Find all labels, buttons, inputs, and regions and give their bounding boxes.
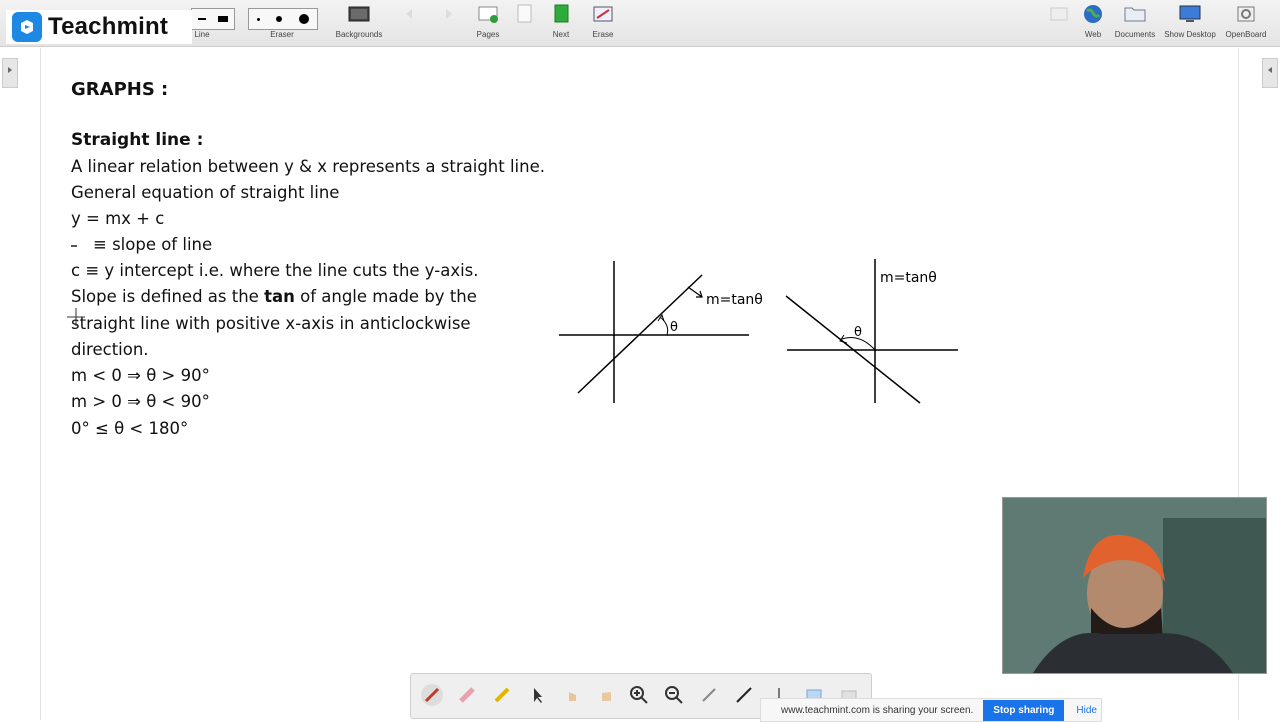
stop-sharing-button[interactable]: Stop sharing (983, 699, 1065, 721)
section-heading: Straight line : (71, 130, 204, 150)
right-panel-toggle[interactable] (1262, 58, 1278, 88)
eraser-label: Eraser (270, 30, 294, 39)
webcam-video (1002, 497, 1267, 674)
desktop-icon (1179, 5, 1201, 22)
note-line-4: ≡ slope of line (71, 235, 212, 254)
note-line-3: y = mx + c (71, 209, 165, 228)
crosshair-cursor-icon (67, 308, 85, 326)
zoom-out-tool[interactable] (661, 682, 687, 708)
chevron-left-icon (1268, 67, 1272, 73)
note-line-8: direction. (71, 340, 149, 359)
page-border-left (40, 48, 41, 720)
pen-tool[interactable] (419, 682, 445, 708)
erase-tool[interactable]: Erase (577, 4, 629, 39)
presenter-video-image (1003, 498, 1266, 673)
erase-label: Erase (592, 30, 614, 39)
pages-label: Pages (476, 30, 500, 39)
note-line-7: straight line with positive x-axis in an… (71, 314, 471, 333)
note-line-2: General equation of straight line (71, 183, 340, 202)
documents-tool[interactable]: Documents (1109, 4, 1161, 39)
pen-icon (421, 684, 443, 706)
eraser-icon (459, 687, 475, 703)
large-dot-icon (298, 14, 309, 24)
graph1-label-arrow (687, 286, 703, 298)
laser-pointer-icon (702, 688, 716, 702)
screen-share-bar: www.teachmint.com is sharing your screen… (760, 698, 1102, 722)
left-panel-toggle[interactable] (2, 58, 18, 88)
eraser-pen-tool[interactable] (454, 682, 480, 708)
eraser-tool[interactable]: Eraser (256, 26, 308, 39)
next-page-icon (554, 4, 569, 23)
arrow-pointer-icon (534, 688, 542, 703)
laser-pointer-tool[interactable] (696, 682, 722, 708)
line-width-selector[interactable] (191, 8, 235, 30)
top-toolbar: Line Eraser Backgrounds Pages Next Erase (0, 0, 1280, 47)
openboard-icon (1237, 6, 1255, 22)
zoom-in-icon (630, 686, 648, 704)
interact-tool[interactable] (559, 682, 585, 708)
highlighter-tool[interactable] (489, 682, 515, 708)
medium-dot-icon (276, 16, 283, 22)
hand-icon (602, 692, 611, 701)
graph1-label: m=tanθ (706, 292, 763, 308)
backgrounds-label: Backgrounds (335, 30, 383, 39)
selector-tool[interactable] (524, 682, 550, 708)
chevron-right-icon (8, 67, 12, 73)
globe-icon (1084, 5, 1102, 23)
note-line-5: c ≡ y intercept i.e. where the line cuts… (71, 261, 479, 280)
note-line-9: m < 0 ⇒ θ > 90° (71, 366, 210, 385)
note-line-4-text: ≡ slope of line (93, 235, 213, 254)
thin-line-icon (198, 18, 206, 20)
note-line-6-c: of angle made by the (294, 287, 477, 306)
previous-page-icon (517, 4, 532, 23)
show-desktop-label: Show Desktop (1164, 30, 1216, 39)
note-line-6: Slope is defined as the tan of angle mad… (71, 287, 477, 306)
show-desktop-tool[interactable]: Show Desktop (1164, 4, 1216, 39)
small-dot-icon (257, 17, 261, 21)
share-status-text: www.teachmint.com is sharing your screen… (781, 704, 974, 716)
brand-name: Teachmint (48, 13, 169, 40)
zoom-out-icon (665, 686, 683, 704)
backgrounds-icon (348, 6, 370, 22)
note-line-10: m > 0 ⇒ θ < 90° (71, 392, 210, 411)
pan-tool[interactable] (593, 682, 619, 708)
folder-icon (1124, 7, 1146, 22)
teachmint-logo-icon (12, 12, 42, 42)
note-line-6-bold: tan (264, 287, 295, 306)
zoom-in-tool[interactable] (626, 682, 652, 708)
hide-share-bar-link[interactable]: Hide (1076, 705, 1097, 716)
erase-all-icon (593, 6, 613, 22)
graph2-angle: θ (854, 325, 862, 340)
graph-negative-slope: m=tanθ θ (785, 259, 958, 404)
graph1-angle: θ (670, 320, 678, 335)
redo-icon (446, 9, 452, 19)
graph2-label: m=tanθ (880, 270, 937, 286)
thick-line-icon (218, 16, 228, 22)
highlighter-icon (494, 687, 510, 703)
note-line-1: A linear relation between y & x represen… (71, 157, 545, 176)
note-line-6-a: Slope is defined as the (71, 287, 265, 306)
add-page-icon (478, 6, 498, 23)
graph-positive-slope: m=tanθ θ (559, 261, 763, 403)
hand-pointer-icon (569, 692, 576, 701)
openboard-label: OpenBoard (1225, 30, 1267, 39)
page-heading: GRAPHS : (71, 79, 169, 100)
graph1-line (577, 274, 703, 394)
brand-logo-badge: Teachmint (6, 10, 192, 44)
note-line-11: 0° ≤ θ < 180° (71, 419, 189, 438)
line-draw-icon (736, 687, 752, 703)
backgrounds-tool[interactable]: Backgrounds (333, 4, 385, 39)
openboard-tool[interactable]: OpenBoard (1220, 4, 1272, 39)
erased-mark (71, 244, 77, 247)
documents-label: Documents (1114, 30, 1156, 39)
draw-line-tool[interactable] (731, 682, 757, 708)
